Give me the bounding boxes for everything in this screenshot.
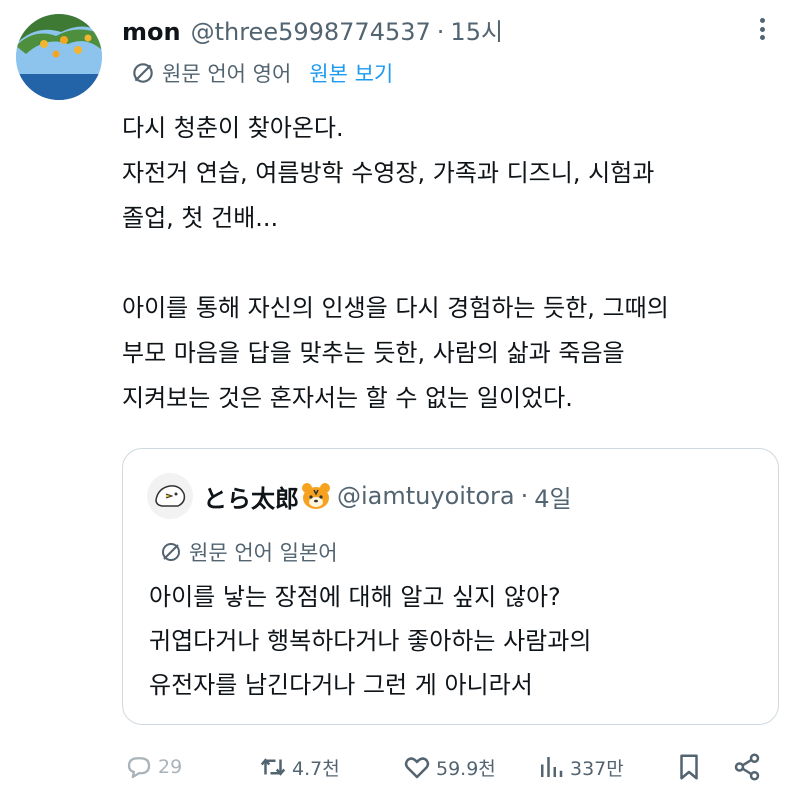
quoted-original-language-label: 원문 언어 일본어 bbox=[189, 541, 338, 565]
reply-icon bbox=[127, 757, 151, 779]
tweet-header: mon @three5998774537 · 15시 bbox=[122, 12, 812, 48]
views-count: 337만 bbox=[570, 757, 624, 780]
views-button[interactable]: 337만 bbox=[536, 745, 624, 789]
repost-count: 4.7천 bbox=[292, 757, 340, 780]
tweet-line: 졸업, 첫 건배... bbox=[122, 204, 279, 232]
timestamp[interactable]: 15시 bbox=[450, 12, 503, 47]
quoted-line: 아이를 낳는 장점에 대해 알고 싶지 않아? bbox=[149, 583, 561, 611]
share-icon bbox=[734, 753, 760, 781]
repost-button[interactable]: 4.7천 bbox=[258, 745, 340, 789]
tweet-line: 다시 청춘이 찾아온다. bbox=[122, 114, 344, 142]
user-handle[interactable]: @three5998774537 bbox=[191, 18, 431, 46]
quoted-avatar[interactable] bbox=[147, 473, 193, 519]
tweet-line: 부모 마음을 답을 맞추는 듯한, 사람의 삶과 죽음을 bbox=[122, 339, 625, 367]
quoted-timestamp[interactable]: 4일 bbox=[534, 479, 571, 514]
tweet-line: 아이를 통해 자신의 인생을 다시 경험하는 듯한, 그때의 bbox=[122, 294, 669, 322]
translate-icon bbox=[162, 543, 180, 561]
bookmark-icon bbox=[680, 754, 698, 780]
quoted-translation-bar: 원문 언어 일본어 bbox=[159, 537, 338, 567]
view-original-link[interactable]: 원본 보기 bbox=[309, 58, 393, 88]
tweet-line: 지켜보는 것은 혼자서는 할 수 없는 일이었다. bbox=[122, 384, 573, 412]
quoted-line: 유전자를 남긴다거나 그런 게 아니라서 bbox=[149, 671, 533, 699]
tweet-body: 다시 청춘이 찾아온다. 자전거 연습, 여름방학 수영장, 가족과 디즈니, … bbox=[122, 106, 792, 421]
quoted-user-handle[interactable]: @iamtuyoitora bbox=[337, 482, 515, 510]
translate-icon bbox=[133, 63, 153, 83]
avatar[interactable] bbox=[16, 14, 102, 100]
repost-icon bbox=[260, 758, 286, 776]
views-icon bbox=[541, 757, 563, 777]
reply-count: 29 bbox=[158, 756, 183, 778]
share-button[interactable] bbox=[732, 745, 766, 789]
like-button[interactable]: 59.9천 bbox=[402, 745, 496, 789]
like-count: 59.9천 bbox=[436, 757, 496, 780]
original-language-label: 원문 언어 영어 bbox=[162, 62, 292, 86]
separator: · bbox=[436, 18, 445, 46]
separator: · bbox=[520, 482, 529, 510]
quoted-tweet-body: 아이를 낳는 장점에 대해 알고 싶지 않아? 귀엽다거나 행복하다거나 좋아하… bbox=[149, 575, 769, 707]
display-name[interactable]: mon bbox=[122, 18, 181, 46]
quoted-display-name[interactable]: とら太郎 bbox=[203, 479, 299, 514]
bookmark-button[interactable] bbox=[674, 745, 708, 789]
quoted-tweet-header: とら太郎 @iamtuyoitora · 4일 bbox=[147, 473, 572, 519]
more-icon[interactable] bbox=[752, 14, 772, 44]
tweet-line: 자전거 연습, 여름방학 수영장, 가족과 디즈니, 시험과 bbox=[122, 159, 655, 187]
action-bar: 29 4.7천 59.9천 337만 bbox=[0, 745, 812, 789]
like-icon bbox=[404, 757, 430, 779]
quoted-tweet[interactable]: とら太郎 @iamtuyoitora · 4일 원문 언어 일본어 아이를 낳는… bbox=[122, 448, 779, 725]
quoted-line: 귀엽다거나 행복하다거나 좋아하는 사람과의 bbox=[149, 627, 592, 655]
translation-bar: 원문 언어 영어 원본 보기 bbox=[130, 56, 393, 90]
tiger-emoji-icon bbox=[302, 483, 330, 509]
reply-button[interactable]: 29 bbox=[124, 745, 182, 789]
